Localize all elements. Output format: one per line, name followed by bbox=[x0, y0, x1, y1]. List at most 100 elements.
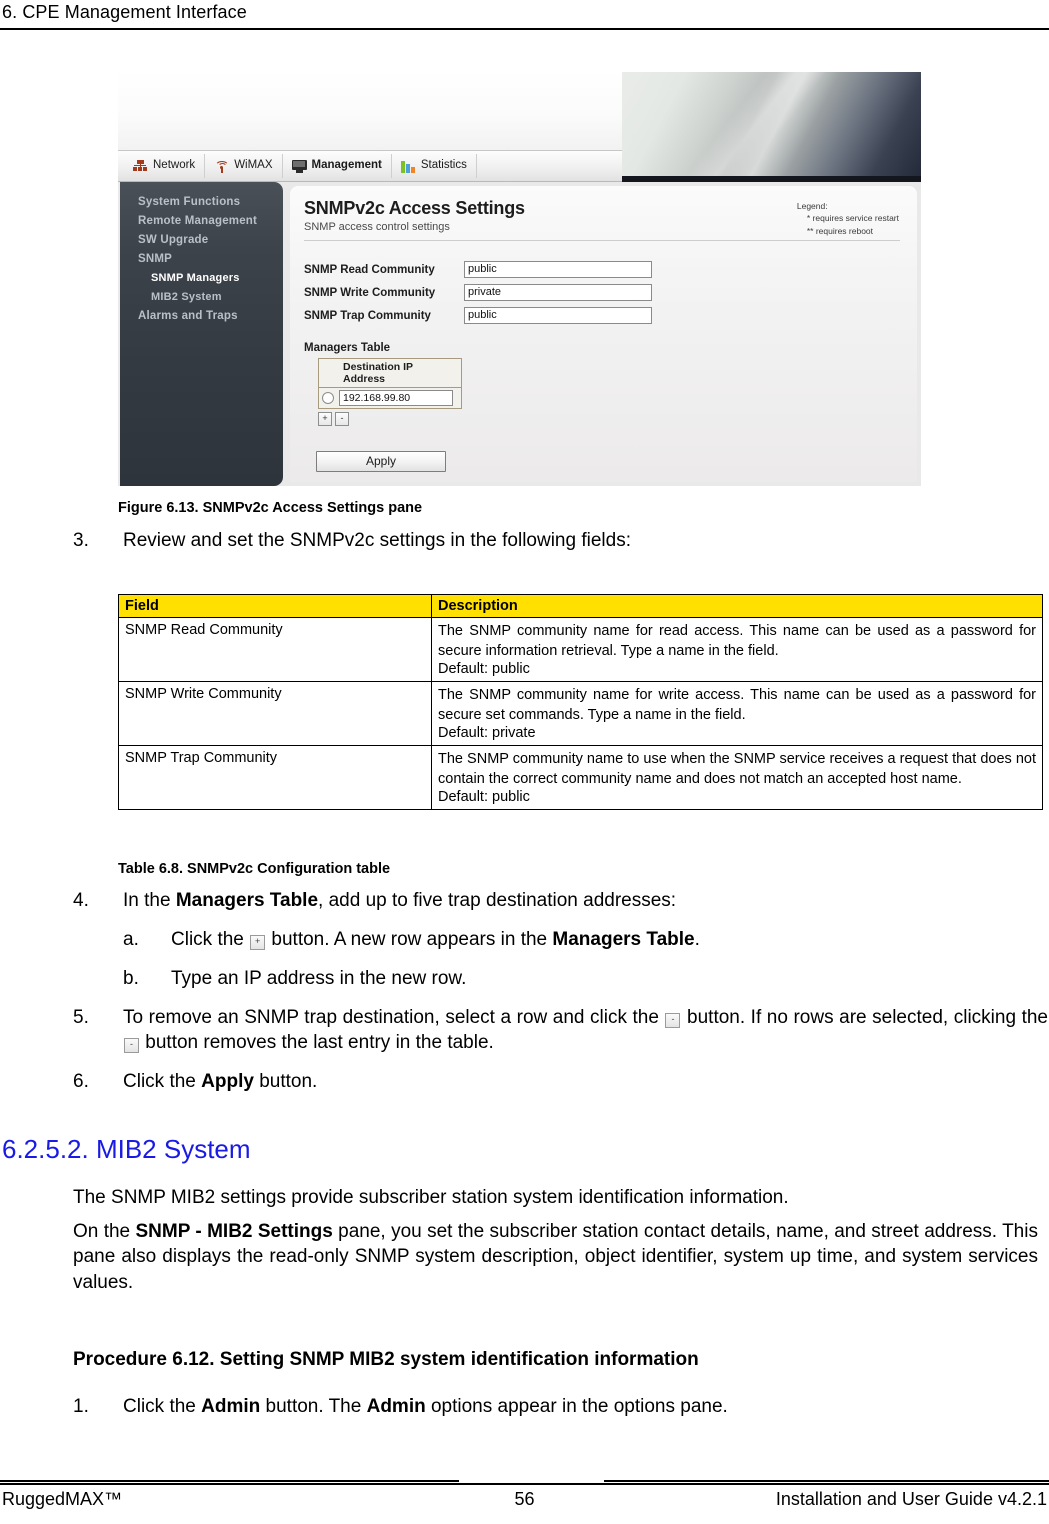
legend-line-service-restart: * requires service restart bbox=[806, 213, 899, 224]
monitor-icon bbox=[291, 159, 307, 173]
label-snmp-read-community: SNMP Read Community bbox=[304, 263, 435, 276]
cpe-web-ui-screenshot: Network WiMAX Management Statistics Syst… bbox=[118, 70, 921, 486]
step-4-text: In the Managers Table, add up to five tr… bbox=[123, 888, 1048, 913]
step-5-number: 5. bbox=[73, 1007, 89, 1029]
input-snmp-trap-community[interactable]: public bbox=[464, 307, 652, 324]
options-pane-sidebar[interactable]: System Functions Remote Management SW Up… bbox=[120, 182, 283, 486]
step-4-prefix: In the bbox=[123, 890, 176, 911]
step-5-part3: button removes the last entry in the tab… bbox=[140, 1032, 494, 1054]
remove-row-button[interactable]: - bbox=[335, 412, 349, 426]
step-6-text: Click the Apply button. bbox=[123, 1069, 1048, 1094]
cell-field-trap-community: SNMP Trap Community bbox=[118, 745, 432, 811]
step-5-part2: button. If no rows are selected, clickin… bbox=[681, 1007, 1048, 1029]
table-header-row: Field Description bbox=[118, 594, 1043, 618]
tab-wimax[interactable]: WiMAX bbox=[205, 154, 283, 178]
field-row-read-community: SNMP Read Community public bbox=[304, 261, 903, 278]
managers-table-column-header: Destination IP Address bbox=[319, 359, 461, 388]
cell-description-read-community: The SNMP community name for read access.… bbox=[431, 616, 1043, 683]
step-4-suffix: , add up to five trap destination addres… bbox=[318, 890, 677, 911]
column-header-description: Description bbox=[431, 594, 1043, 618]
snmpv2c-settings-pane: Legend: * requires service restart ** re… bbox=[290, 186, 917, 482]
apply-button[interactable]: Apply bbox=[316, 451, 446, 472]
banner-shine bbox=[622, 72, 921, 176]
managers-table: Destination IP Address 192.168.99.80 bbox=[318, 358, 462, 409]
description-default: Default: public bbox=[438, 789, 530, 806]
table-row-controls: + - bbox=[318, 412, 903, 426]
step-6-number: 6. bbox=[73, 1071, 89, 1093]
tab-network[interactable]: Network bbox=[124, 154, 206, 178]
step-6-prefix: Click the bbox=[123, 1071, 202, 1093]
label-snmp-trap-community: SNMP Trap Community bbox=[304, 309, 431, 322]
step-4b-text: Type an IP address in the new row. bbox=[171, 968, 467, 990]
step-4b-letter: b. bbox=[123, 968, 139, 990]
procedure-steps-4-6: 4. In the Managers Table, add up to five… bbox=[73, 888, 1048, 1108]
sidebar-item-system-functions[interactable]: System Functions bbox=[120, 192, 283, 211]
table-row: SNMP Read Community The SNMP community n… bbox=[118, 616, 1043, 683]
step-5-part1: To remove an SNMP trap destination, sele… bbox=[123, 1007, 665, 1029]
table-row: SNMP Trap Community The SNMP community n… bbox=[118, 745, 1043, 811]
input-snmp-read-community[interactable]: public bbox=[464, 261, 652, 278]
proc-step-1-text: Click the Admin button. The Admin option… bbox=[123, 1396, 728, 1418]
sidebar-item-mib2-system[interactable]: MIB2 System bbox=[120, 287, 283, 306]
header-rule bbox=[0, 28, 1049, 30]
managers-table-title: Managers Table bbox=[304, 342, 391, 354]
procedure-step-6: 6. Click the Apply button. bbox=[73, 1069, 1048, 1094]
input-destination-ip-address[interactable]: 192.168.99.80 bbox=[339, 390, 453, 406]
app-body: System Functions Remote Management SW Up… bbox=[118, 182, 921, 486]
procedure-step-4: 4. In the Managers Table, add up to five… bbox=[73, 888, 1048, 913]
step-6-bold: Apply bbox=[201, 1071, 254, 1093]
section-paragraph-1: The SNMP MIB2 settings provide subscribe… bbox=[73, 1187, 789, 1208]
brand-banner-image bbox=[622, 72, 921, 176]
procedure-step-5: 5. To remove an SNMP trap destination, s… bbox=[73, 1005, 1048, 1055]
snmpv2c-configuration-table: Field Description SNMP Read Community Th… bbox=[118, 594, 1043, 811]
tab-management[interactable]: Management bbox=[283, 154, 392, 178]
section-paragraph-2: On the SNMP - MIB2 Settings pane, you se… bbox=[73, 1219, 1038, 1295]
sidebar-item-remote-management[interactable]: Remote Management bbox=[120, 211, 283, 230]
sidebar-item-sw-upgrade[interactable]: SW Upgrade bbox=[120, 230, 283, 249]
legend-line-reboot: ** requires reboot bbox=[806, 225, 874, 236]
row-select-radio[interactable] bbox=[322, 392, 334, 404]
field-row-write-community: SNMP Write Community private bbox=[304, 284, 903, 301]
tab-statistics-label: Statistics bbox=[420, 159, 467, 172]
step-4-number: 4. bbox=[73, 890, 89, 911]
cell-field-read-community: SNMP Read Community bbox=[118, 616, 432, 683]
step-3-number: 3. bbox=[73, 530, 89, 551]
footer-guide-title: Installation and User Guide v4.2.1 bbox=[775, 1489, 1047, 1509]
cell-description-write-community: The SNMP community name for write access… bbox=[431, 681, 1043, 747]
step-4a-prefix: Click the bbox=[171, 929, 250, 951]
footer-rule-left bbox=[0, 1480, 459, 1482]
step-4a-bold: Managers Table bbox=[552, 929, 695, 951]
section-heading-mib2-system: 6.2.5.2. MIB2 System bbox=[2, 1134, 251, 1164]
step-4a-text: Click the + button. A new row appears in… bbox=[171, 927, 1048, 952]
bar-chart-icon bbox=[400, 160, 416, 173]
sidebar-item-alarms-and-traps[interactable]: Alarms and Traps bbox=[120, 306, 283, 325]
proc-step-1-bold2: Admin bbox=[366, 1396, 426, 1417]
plus-button-icon: + bbox=[250, 935, 266, 951]
table-row: SNMP Write Community The SNMP community … bbox=[118, 681, 1043, 747]
table-row[interactable]: 192.168.99.80 bbox=[319, 388, 461, 408]
cell-field-write-community: SNMP Write Community bbox=[118, 681, 432, 747]
procedure-step-4a: a. Click the + button. A new row appears… bbox=[73, 927, 1048, 952]
label-snmp-write-community: SNMP Write Community bbox=[304, 286, 436, 299]
sidebar-item-snmp[interactable]: SNMP bbox=[120, 249, 283, 268]
tab-wimax-label: WiMAX bbox=[234, 159, 273, 172]
description-text: The SNMP community name to use when the … bbox=[438, 751, 1036, 787]
page-running-header: 6. CPE Management Interface bbox=[0, 0, 1049, 34]
section-p2-prefix: On the bbox=[73, 1221, 136, 1242]
procedure-6-12-step-1: 1. Click the Admin button. The Admin opt… bbox=[73, 1396, 1038, 1418]
description-text: The SNMP community name for read access.… bbox=[438, 623, 1036, 659]
wimax-antenna-icon bbox=[214, 160, 230, 173]
community-fields: SNMP Read Community public SNMP Write Co… bbox=[304, 261, 903, 324]
description-default: Default: public bbox=[438, 661, 530, 678]
procedure-step-3: 3. Review and set the SNMPv2c settings in… bbox=[73, 530, 1033, 552]
cell-description-trap-community: The SNMP community name to use when the … bbox=[431, 745, 1043, 811]
step-4a-letter: a. bbox=[123, 929, 139, 951]
input-snmp-write-community[interactable]: private bbox=[464, 284, 652, 301]
add-row-button[interactable]: + bbox=[318, 412, 332, 426]
step-4-bold: Managers Table bbox=[175, 890, 319, 911]
main-tab-bar[interactable]: Network WiMAX Management Statistics bbox=[118, 150, 622, 181]
tab-statistics[interactable]: Statistics bbox=[392, 154, 477, 178]
legend-title: Legend: bbox=[796, 201, 828, 211]
proc-step-1-part3: options appear in the options pane. bbox=[425, 1396, 728, 1417]
sidebar-item-snmp-managers[interactable]: SNMP Managers bbox=[120, 268, 283, 287]
